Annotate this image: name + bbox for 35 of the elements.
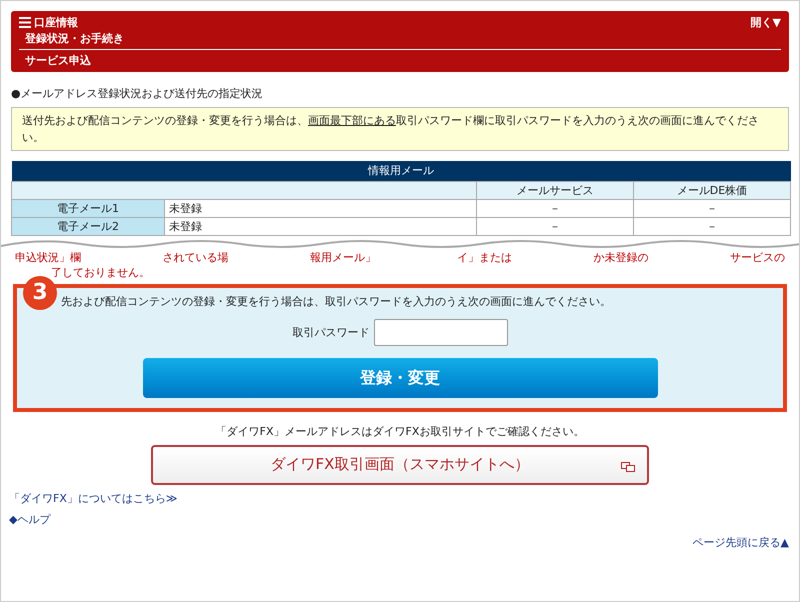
text-link[interactable]: ◆ヘルプ [9,512,50,526]
table-cell: 未登録 [164,199,476,217]
step-badge: 3 [23,276,57,310]
external-window-icon [621,462,635,472]
section-heading: ●メールアドレス登録状況および送付先の指定状況 [11,86,264,101]
table-cell: － [476,217,634,235]
table-cell: － [634,199,790,217]
fx-note: 「ダイワFX」メールアドレスはダイワFXお取引サイトでご確認ください。 [216,424,584,438]
back-to-top-link[interactable]: ページ先頭に戻る▲ [692,534,789,550]
section-title: サービス申込 [24,53,92,68]
menu-icon[interactable] [19,17,31,28]
menu-title: 口座情報 [34,15,78,30]
warning-text-fragment: サービスの [730,250,785,264]
table-cell: 未登録 [164,217,476,235]
warning-text-fragment: 報用メール」 [310,250,376,264]
breadcrumb-subtitle: 登録状況・お手続き [19,31,781,50]
table-title: 情報用メール [12,161,790,181]
password-label: 取引パスワード [292,324,370,340]
row-label: 電子メール2 [12,217,164,235]
warning-text-fragment: 申込状況」欄 [15,250,81,264]
column-header: メールDE株価 [634,181,790,199]
warning-text-fragment: イ」または [457,250,512,264]
step-instruction: 先および配信コンテンツの登録・変更を行う場合は、取引パスワードを入力のうえ次の画面に進んでください。 [61,294,611,308]
column-header: メールサービス [476,181,634,199]
table-cell: － [634,217,790,235]
warning-text-fragment: されている場 [162,250,228,264]
fx-site-button[interactable]: ダイワFX取引画面（スマホサイトへ） [151,444,649,484]
notice-text: 送付先および配信コンテンツの登録・変更を行う場合は、画面最下部にある取引パスワード欄に取引パスワードを入力のうえ次の画面に進んでください。 [22,114,759,144]
table-cell: － [476,199,634,217]
expand-toggle[interactable]: 開く▼ [750,15,781,30]
password-field[interactable] [374,318,508,346]
row-label: 電子メール1 [12,199,164,217]
warning-text-fragment: か未登録の [594,250,649,264]
notice-link[interactable]: 画面最下部にある [308,114,396,127]
text-link[interactable]: 「ダイワFX」についてはこちら≫ [9,490,178,506]
